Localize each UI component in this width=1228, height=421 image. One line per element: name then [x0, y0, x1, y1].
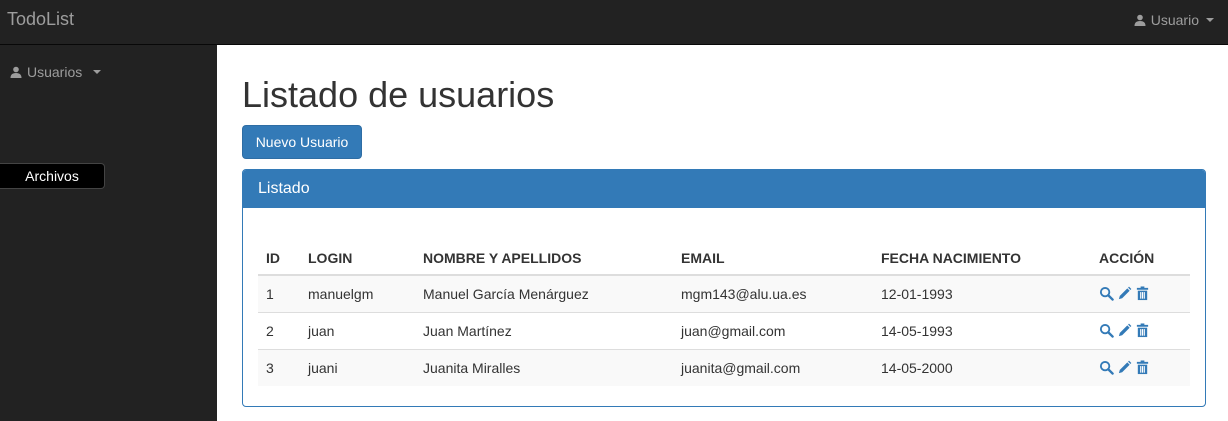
col-name-header: NOMBRE Y APELLIDOS: [415, 223, 673, 276]
col-email-header: EMAIL: [673, 223, 873, 276]
cell-id: 2: [258, 311, 300, 349]
pencil-icon[interactable]: [1117, 286, 1132, 301]
top-navbar: TodoList Usuario: [0, 0, 1228, 45]
page-title: Listado de usuarios: [242, 74, 555, 115]
search-icon[interactable]: [1099, 323, 1114, 338]
cell-actions: [1091, 348, 1190, 386]
cell-login: juani: [300, 348, 415, 386]
cell-birthdate: 12-01-1993: [873, 274, 1091, 312]
table-header-row: ID LOGIN NOMBRE Y APELLIDOS EMAIL FECHA …: [258, 223, 1190, 276]
user-icon: [10, 66, 22, 78]
cell-name: Manuel García Menárguez: [415, 274, 673, 312]
table-row: 1 manuelgm Manuel García Menárguez mgm14…: [258, 274, 1190, 312]
tooltip-archivos: Archivos: [0, 163, 105, 189]
sidebar: Usuarios Archivos: [0, 45, 217, 421]
pencil-icon[interactable]: [1117, 323, 1132, 338]
cell-id: 1: [258, 274, 300, 312]
panel-title: Listado: [243, 170, 1205, 208]
user-dropdown[interactable]: Usuario: [1134, 12, 1214, 28]
users-table: ID LOGIN NOMBRE Y APELLIDOS EMAIL FECHA …: [258, 223, 1190, 386]
cell-actions: [1091, 274, 1190, 312]
cell-email: juan@gmail.com: [673, 311, 873, 349]
cell-login: juan: [300, 311, 415, 349]
chevron-down-icon: [1206, 18, 1214, 22]
cell-login: manuelgm: [300, 274, 415, 312]
col-login-header: LOGIN: [300, 223, 415, 276]
trash-icon[interactable]: [1135, 286, 1150, 301]
col-id-header: ID: [258, 223, 300, 276]
new-user-button[interactable]: Nuevo Usuario: [242, 125, 362, 159]
users-panel: Listado ID LOGIN NOMBRE Y APELLIDOS EMAI…: [242, 169, 1206, 407]
trash-icon[interactable]: [1135, 360, 1150, 375]
pencil-icon[interactable]: [1117, 360, 1132, 375]
table-row: 2 juan Juan Martínez juan@gmail.com 14-0…: [258, 311, 1190, 349]
sidebar-item-label: Usuarios: [27, 64, 83, 80]
sidebar-item-usuarios[interactable]: Usuarios: [10, 64, 102, 80]
cell-email: juanita@gmail.com: [673, 348, 873, 386]
brand-logo[interactable]: TodoList: [7, 9, 74, 30]
user-icon: [1134, 14, 1146, 26]
cell-name: Juanita Miralles: [415, 348, 673, 386]
user-menu-label: Usuario: [1150, 12, 1199, 28]
cell-actions: [1091, 311, 1190, 349]
trash-icon[interactable]: [1135, 323, 1150, 338]
col-birthdate-header: FECHA NACIMIENTO: [873, 223, 1091, 276]
col-action-header: ACCIÓN: [1091, 223, 1190, 276]
chevron-down-icon: [93, 70, 102, 74]
cell-id: 3: [258, 348, 300, 386]
cell-birthdate: 14-05-1993: [873, 311, 1091, 349]
search-icon[interactable]: [1099, 360, 1114, 376]
table-row: 3 juani Juanita Miralles juanita@gmail.c…: [258, 348, 1190, 386]
cell-email: mgm143@alu.ua.es: [673, 274, 873, 312]
cell-birthdate: 14-05-2000: [873, 348, 1091, 386]
cell-name: Juan Martínez: [415, 311, 673, 349]
search-icon[interactable]: [1099, 286, 1114, 302]
